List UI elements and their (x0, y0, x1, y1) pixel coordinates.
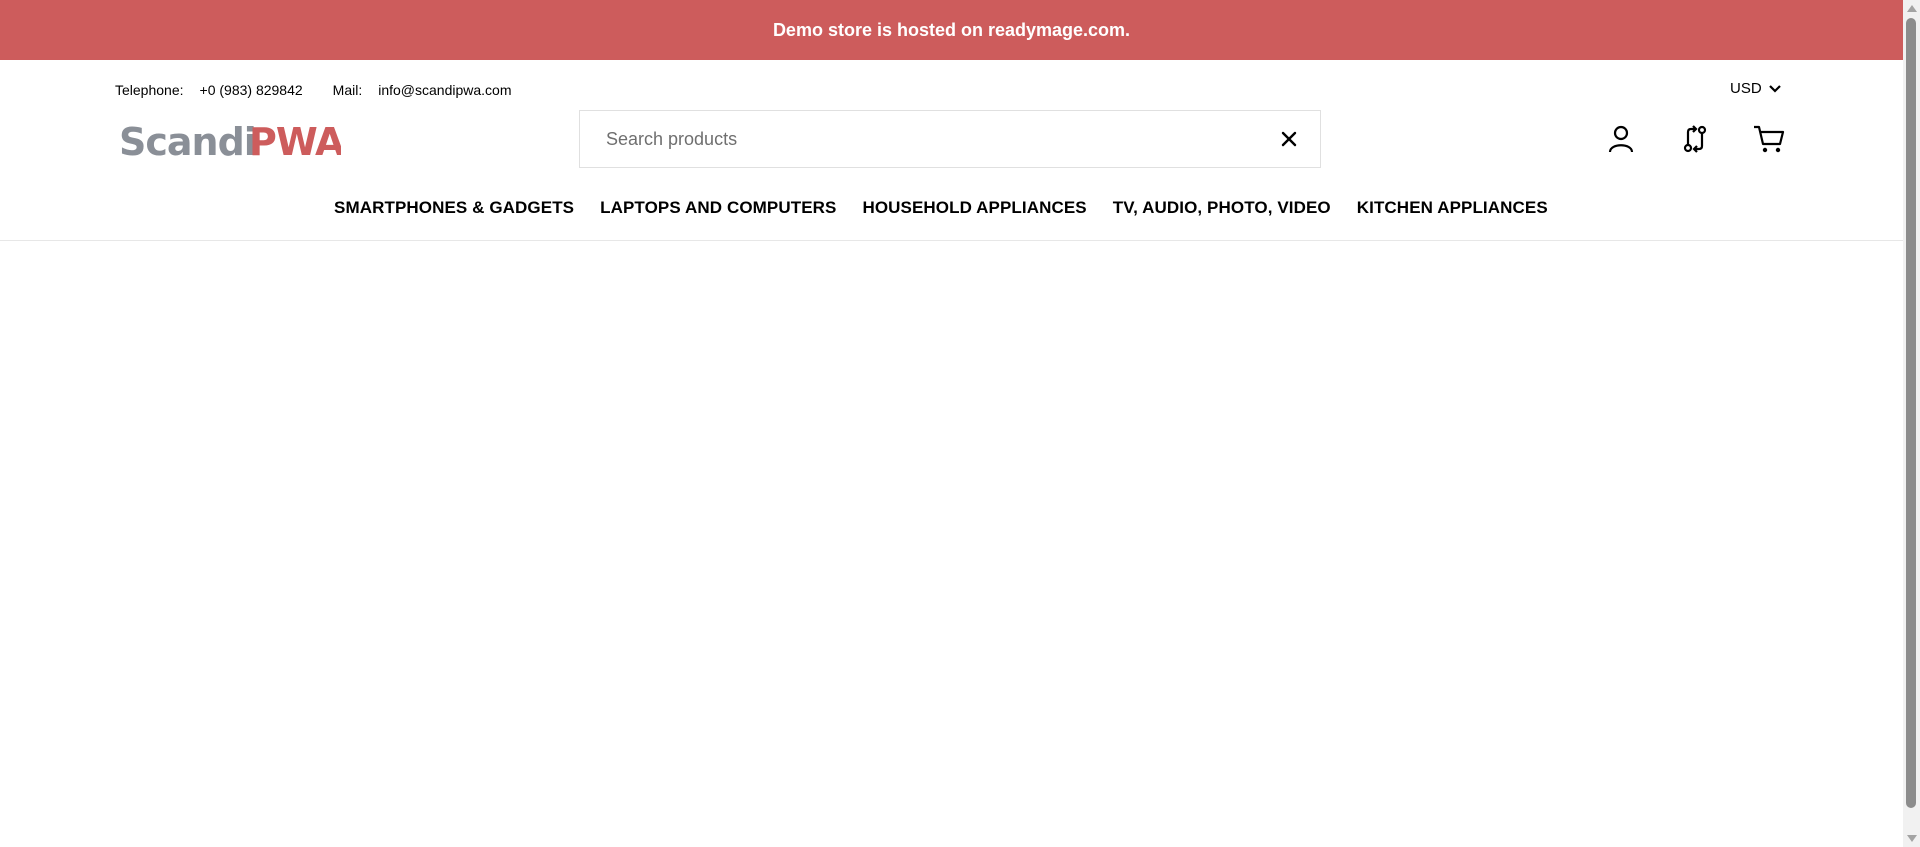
scroll-up-arrow-icon[interactable] (1907, 5, 1917, 12)
header-divider (0, 240, 1903, 241)
svg-text:Scandi: Scandi (119, 120, 256, 164)
nav-item-kitchen-appliances[interactable]: KITCHEN APPLIANCES (1357, 198, 1548, 218)
search-input[interactable] (580, 111, 1266, 167)
telephone-link[interactable]: +0 (983) 829842 (200, 82, 303, 98)
mail-link[interactable]: info@scandipwa.com (378, 82, 511, 98)
chevron-down-icon (1768, 84, 1781, 93)
page: Demo store is hosted on readymage.com. T… (0, 0, 1903, 847)
banner-text: Demo store is hosted on readymage.com. (772, 19, 1131, 40)
mail-label: Mail: (332, 82, 363, 98)
compare-icon (1683, 125, 1707, 153)
vertical-scrollbar[interactable] (1903, 0, 1920, 847)
nav-item-smartphones-gadgets[interactable]: SMARTPHONES & GADGETS (334, 198, 574, 218)
svg-text:PWA: PWA (249, 120, 341, 164)
scroll-down-arrow-icon[interactable] (1907, 835, 1917, 842)
header-actions (1604, 122, 1826, 156)
cart-button[interactable] (1752, 122, 1786, 156)
compare-button[interactable] (1678, 122, 1712, 156)
scandipwa-logo[interactable]: Scandi PWA (117, 115, 341, 165)
account-icon (1608, 125, 1634, 153)
nav-item-laptops-computers[interactable]: LAPTOPS AND COMPUTERS (600, 198, 836, 218)
contact-bar: Telephone: +0 (983) 829842 Mail: info@sc… (115, 82, 542, 98)
account-button[interactable] (1604, 122, 1638, 156)
telephone-label: Telephone: (115, 82, 184, 98)
close-icon[interactable] (1278, 128, 1300, 150)
currency-switcher[interactable]: USD (1730, 80, 1782, 97)
nav-item-tv-audio-photo-video[interactable]: TV, AUDIO, PHOTO, VIDEO (1113, 198, 1331, 218)
nav-item-household-appliances[interactable]: HOUSEHOLD APPLIANCES (862, 198, 1086, 218)
scrollbar-thumb[interactable] (1906, 18, 1916, 808)
demo-banner: Demo store is hosted on readymage.com. (0, 0, 1903, 60)
currency-value: USD (1730, 80, 1762, 97)
main-navigation: SMARTPHONES & GADGETS LAPTOPS AND COMPUT… (334, 198, 1574, 218)
search-bar (579, 110, 1321, 168)
cart-icon (1754, 125, 1785, 153)
